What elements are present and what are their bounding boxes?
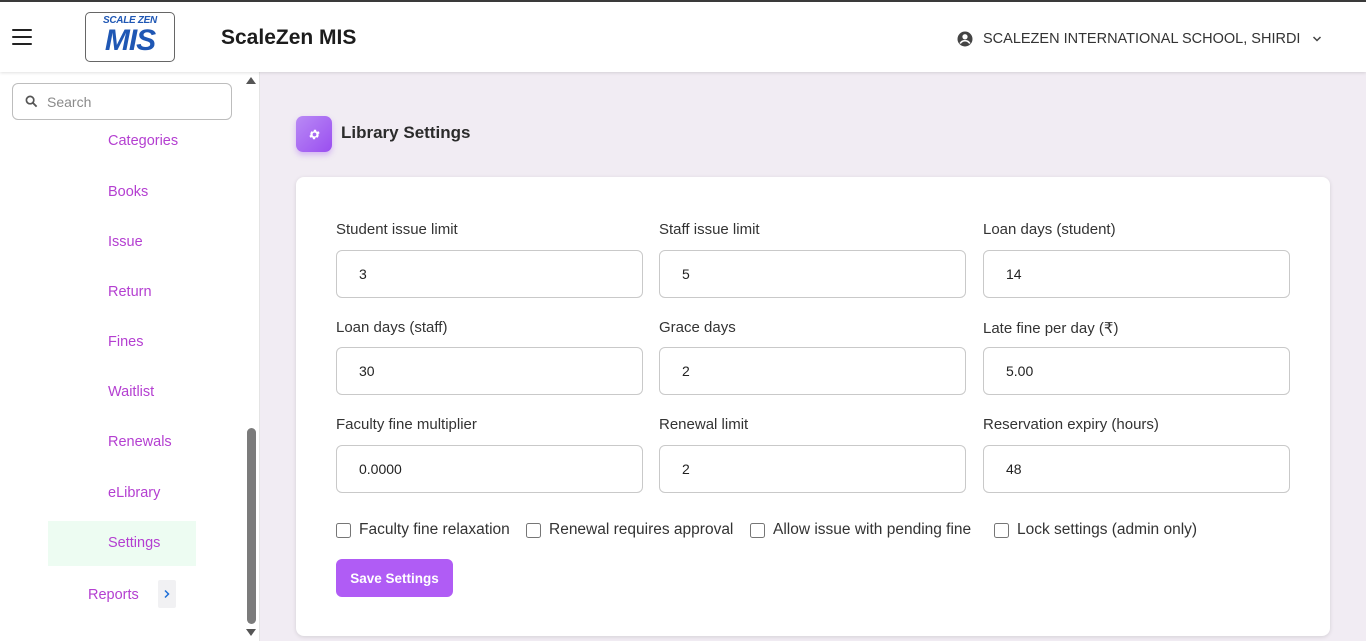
search-icon xyxy=(25,95,38,108)
reservation-expiry-input[interactable] xyxy=(983,445,1290,493)
faculty-fine-multiplier-label: Faculty fine multiplier xyxy=(336,416,477,433)
reports-expand-button[interactable] xyxy=(158,580,176,608)
sidebar-item-settings[interactable]: Settings xyxy=(48,521,196,566)
scalezen-logo[interactable]: SCALE ZEN MIS xyxy=(85,12,175,62)
sidebar: Categories Books Issue Return Fines Wait… xyxy=(0,72,260,641)
hamburger-menu-icon[interactable] xyxy=(12,29,32,45)
allow-issue-with-pending-fine-option[interactable]: Allow issue with pending fine xyxy=(750,521,971,539)
checkbox-label: Renewal requires approval xyxy=(549,521,734,538)
sidebar-item-categories[interactable]: Categories xyxy=(108,133,178,149)
lock-settings-option[interactable]: Lock settings (admin only) xyxy=(994,521,1197,539)
student-issue-limit-input[interactable] xyxy=(336,250,643,298)
lock-settings-checkbox[interactable] xyxy=(994,522,1009,538)
sidebar-item-elibrary[interactable]: eLibrary xyxy=(108,485,160,501)
scroll-down-arrow[interactable] xyxy=(246,629,256,636)
renewal-limit-input[interactable] xyxy=(659,445,966,493)
renewal-limit-label: Renewal limit xyxy=(659,416,749,433)
sidebar-item-books[interactable]: Books xyxy=(108,184,148,200)
loan-days-student-input[interactable] xyxy=(983,250,1290,298)
page-title: Library Settings xyxy=(341,123,471,142)
renewal-requires-approval-option[interactable]: Renewal requires approval xyxy=(526,521,733,539)
account-circle-icon xyxy=(957,31,973,47)
sidebar-item-issue[interactable]: Issue xyxy=(108,234,143,250)
staff-issue-limit-label: Staff issue limit xyxy=(659,221,760,238)
allow-issue-with-pending-fine-checkbox[interactable] xyxy=(750,522,765,538)
checkbox-label: Faculty fine relaxation xyxy=(359,521,510,538)
loan-days-student-label: Loan days (student) xyxy=(983,221,1116,238)
sidebar-scrollbar-thumb[interactable] xyxy=(247,428,256,624)
search-input[interactable] xyxy=(47,93,217,110)
reservation-expiry-label: Reservation expiry (hours) xyxy=(983,416,1159,433)
sidebar-item-waitlist[interactable]: Waitlist xyxy=(108,384,154,400)
staff-issue-limit-input[interactable] xyxy=(659,250,966,298)
school-selector[interactable]: SCALEZEN INTERNATIONAL SCHOOL, SHIRDI xyxy=(956,29,1322,49)
faculty-fine-relaxation-option[interactable]: Faculty fine relaxation xyxy=(336,521,510,539)
faculty-fine-relaxation-checkbox[interactable] xyxy=(336,522,351,538)
late-fine-per-day-label: Late fine per day (₹) xyxy=(983,320,1119,337)
logo-main-text: MIS xyxy=(104,24,156,57)
chevron-down-icon xyxy=(1313,36,1322,42)
top-bar: SCALE ZEN MIS ScaleZen MIS SCALEZEN INTE… xyxy=(0,0,1366,72)
settings-header-icon xyxy=(296,116,332,152)
chevron-right-icon xyxy=(164,589,170,599)
grace-days-input[interactable] xyxy=(659,347,966,395)
sidebar-item-fines[interactable]: Fines xyxy=(108,334,143,350)
renewal-requires-approval-checkbox[interactable] xyxy=(526,522,541,538)
save-settings-button[interactable]: Save Settings xyxy=(336,559,453,597)
loan-days-staff-label: Loan days (staff) xyxy=(336,319,448,336)
student-issue-limit-label: Student issue limit xyxy=(336,221,458,238)
sidebar-item-renewals[interactable]: Renewals xyxy=(108,434,172,450)
school-name: SCALEZEN INTERNATIONAL SCHOOL, SHIRDI xyxy=(983,31,1301,47)
gear-icon xyxy=(308,129,320,139)
faculty-fine-multiplier-input[interactable] xyxy=(336,445,643,493)
app-title: ScaleZen MIS xyxy=(221,26,357,49)
sidebar-item-reports[interactable]: Reports xyxy=(88,587,139,603)
scroll-up-arrow[interactable] xyxy=(246,77,256,84)
sidebar-item-return[interactable]: Return xyxy=(108,284,152,300)
search-box[interactable] xyxy=(12,83,232,120)
settings-card: Student issue limit Staff issue limit Lo… xyxy=(296,177,1330,636)
sidebar-item-label: Settings xyxy=(108,535,161,551)
loan-days-staff-input[interactable] xyxy=(336,347,643,395)
checkbox-label: Lock settings (admin only) xyxy=(1017,521,1198,538)
late-fine-per-day-input[interactable] xyxy=(983,347,1290,395)
checkbox-label: Allow issue with pending fine xyxy=(773,521,972,538)
grace-days-label: Grace days xyxy=(659,319,736,336)
